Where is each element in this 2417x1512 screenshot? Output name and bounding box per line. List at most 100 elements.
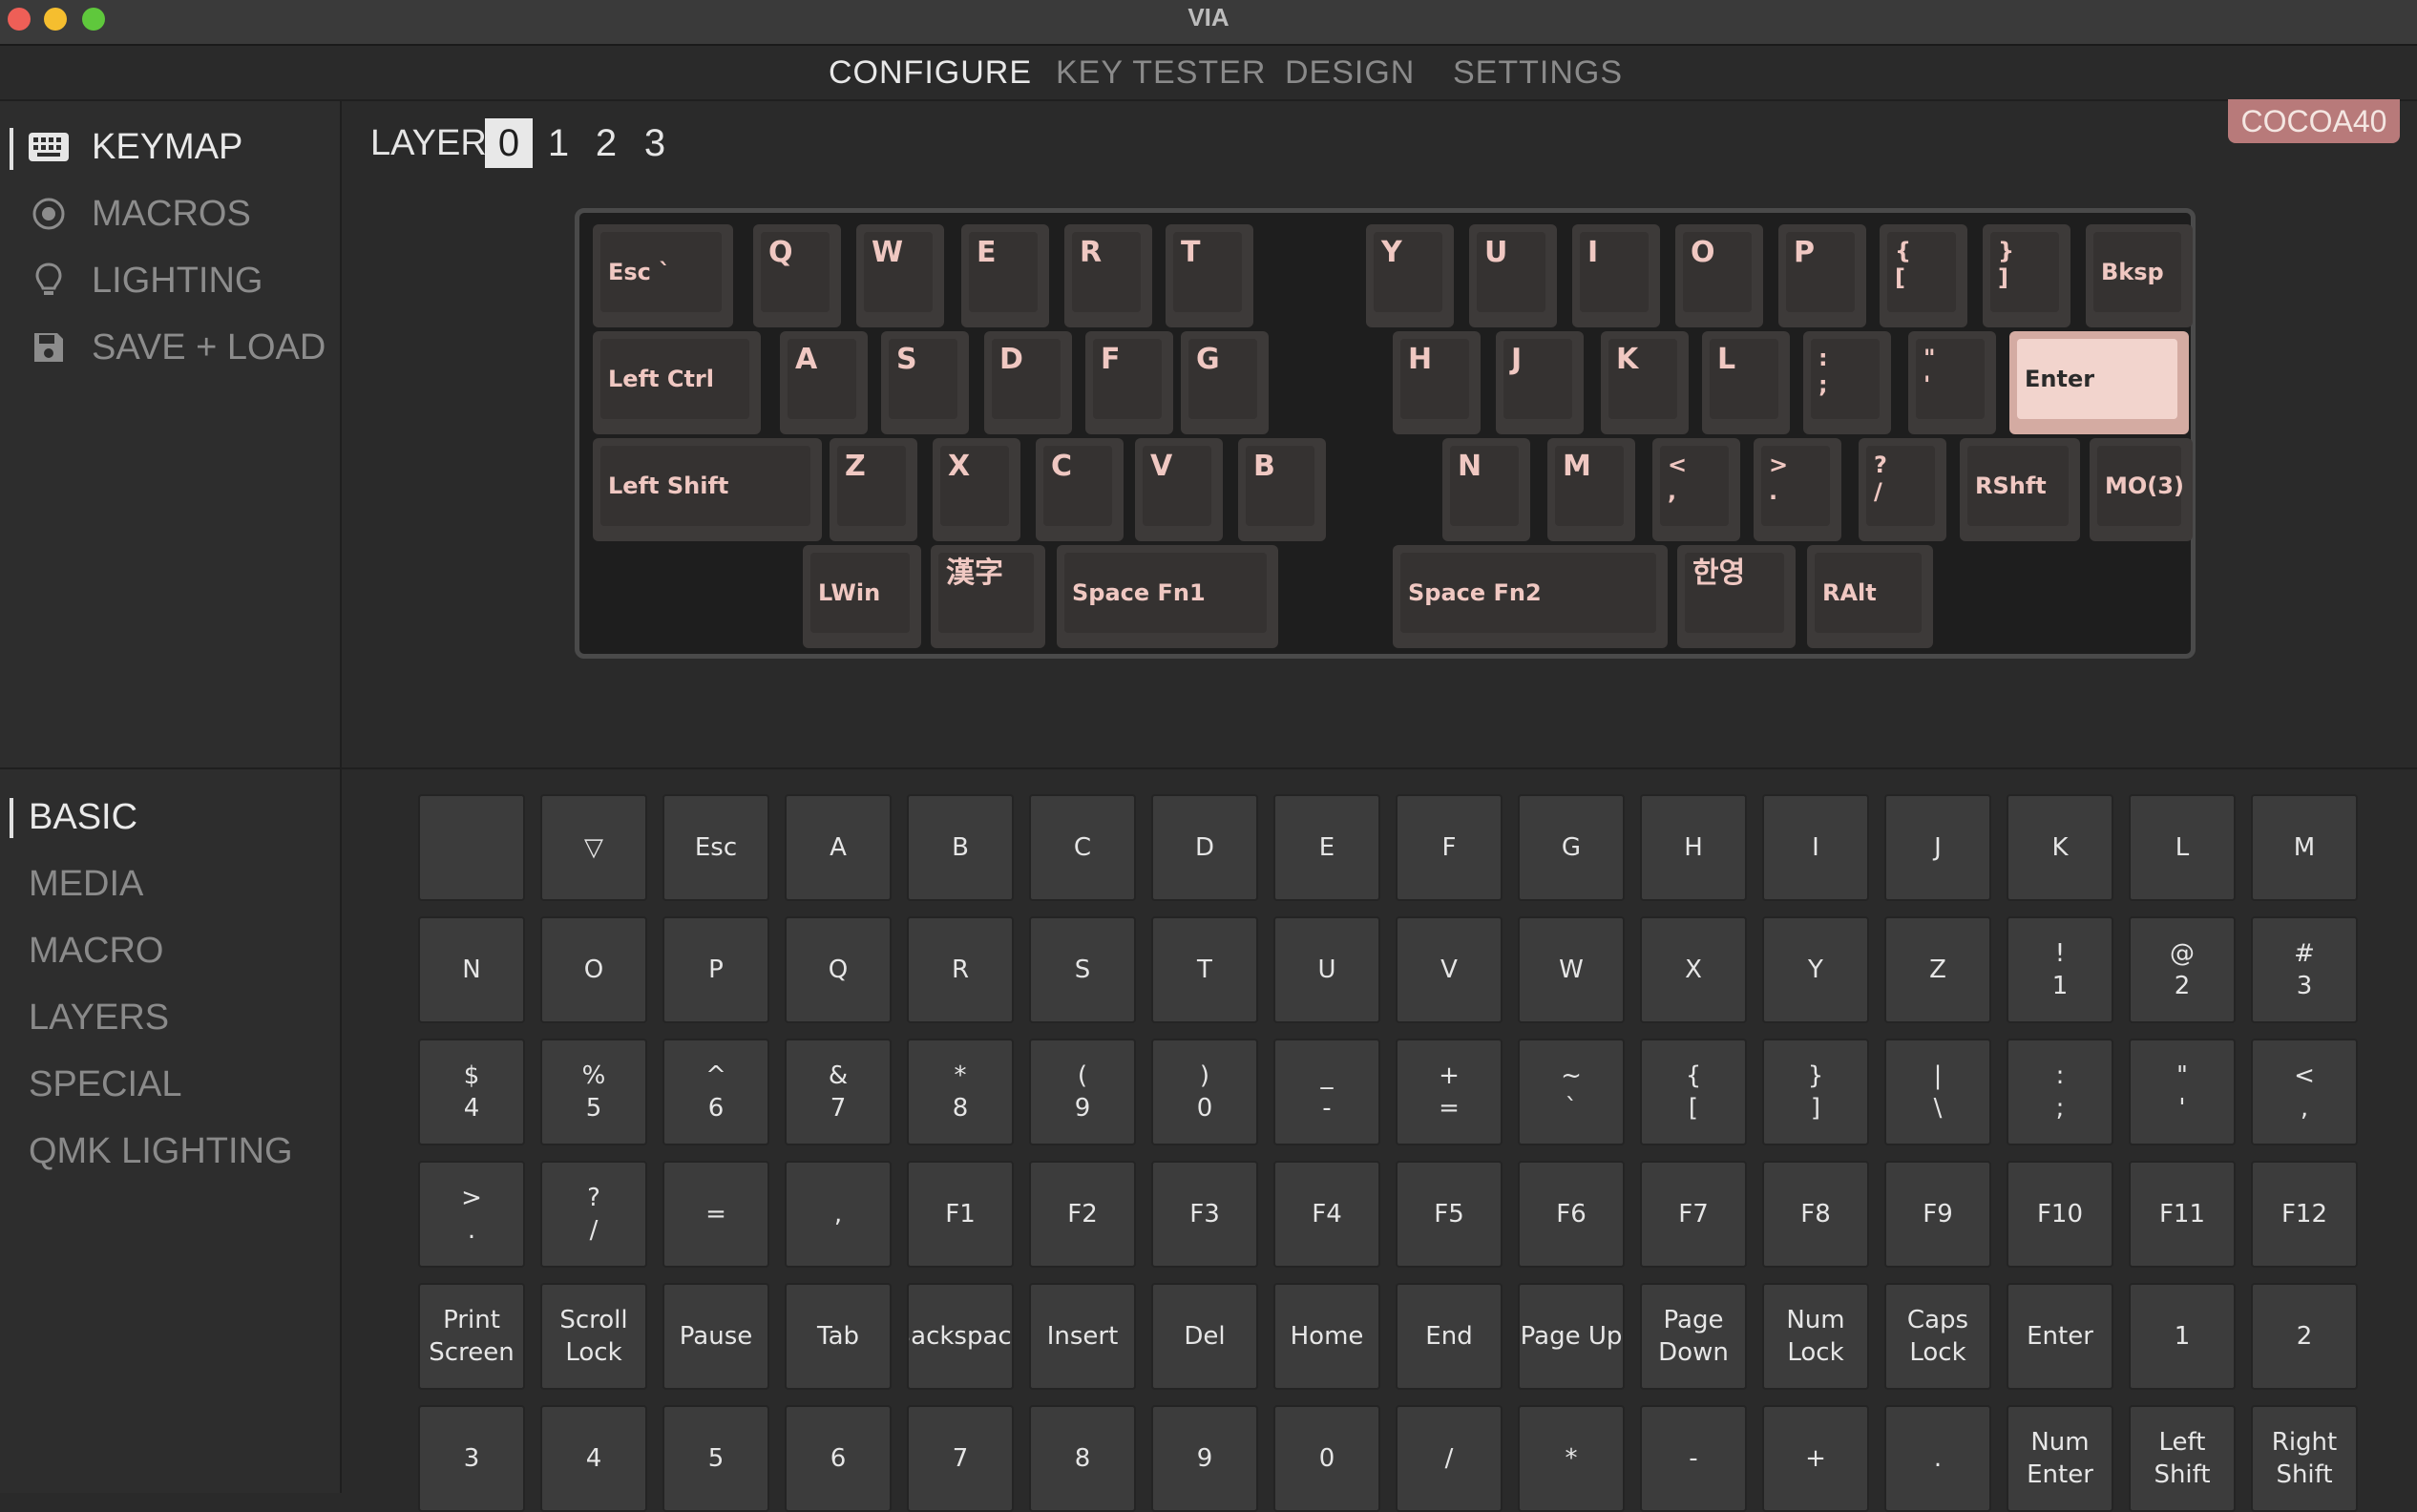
keycode-button[interactable]: Right Shift — [2251, 1405, 2358, 1512]
keymap-key[interactable]: Enter — [2009, 331, 2189, 434]
keymap-key[interactable]: O — [1675, 224, 1763, 327]
keycode-button[interactable]: L — [2129, 794, 2236, 901]
keycode-button[interactable]: Page Up — [1518, 1283, 1625, 1390]
keymap-key[interactable]: LWin — [803, 545, 921, 648]
category-qmk-lighting[interactable]: QMK LIGHTING — [29, 1124, 293, 1178]
tab-settings[interactable]: SETTINGS — [1453, 46, 1623, 99]
keymap-key[interactable]: Bksp — [2086, 224, 2193, 327]
keymap-key[interactable]: } ] — [1983, 224, 2070, 327]
keymap-key[interactable]: J — [1496, 331, 1584, 434]
menu-item-macros[interactable]: MACROS — [27, 187, 251, 241]
keycode-button[interactable]: Home — [1273, 1283, 1380, 1390]
keycode-button[interactable]: Num Enter — [2007, 1405, 2113, 1512]
keycode-button[interactable]: 9 — [1151, 1405, 1258, 1512]
keycode-button[interactable]: H — [1640, 794, 1747, 901]
keycode-button[interactable]: I — [1762, 794, 1869, 901]
keymap-key[interactable]: M — [1547, 438, 1635, 541]
keycode-button[interactable]: Y — [1762, 916, 1869, 1023]
keymap-key[interactable]: E — [961, 224, 1049, 327]
keycode-button[interactable]: _ - — [1273, 1039, 1380, 1145]
keycode-button[interactable]: J — [1884, 794, 1991, 901]
keymap-key[interactable]: Y — [1366, 224, 1454, 327]
keycode-button[interactable]: , — [785, 1161, 892, 1268]
keymap-key[interactable]: S — [881, 331, 969, 434]
keycode-button[interactable]: 5 — [662, 1405, 769, 1512]
layer-0-button[interactable]: 0 — [485, 118, 533, 168]
keycode-button[interactable]: / — [1396, 1405, 1503, 1512]
keycode-button[interactable] — [418, 794, 525, 901]
keymap-key[interactable]: P — [1778, 224, 1866, 327]
keycode-button[interactable]: F5 — [1396, 1161, 1503, 1268]
keymap-key[interactable]: L — [1702, 331, 1790, 434]
keycode-button[interactable]: Num Lock — [1762, 1283, 1869, 1390]
keycode-button[interactable]: $ 4 — [418, 1039, 525, 1145]
keycode-button[interactable]: End — [1396, 1283, 1503, 1390]
keycode-button[interactable]: . — [1884, 1405, 1991, 1512]
keycode-button[interactable]: F3 — [1151, 1161, 1258, 1268]
keymap-key[interactable]: { [ — [1880, 224, 1967, 327]
tab-configure[interactable]: CONFIGURE — [829, 46, 1032, 99]
keycode-button[interactable]: P — [662, 916, 769, 1023]
keycode-button[interactable]: W — [1518, 916, 1625, 1023]
keymap-key[interactable]: ? / — [1859, 438, 1946, 541]
keycode-button[interactable]: < , — [2251, 1039, 2358, 1145]
tab-key-tester[interactable]: KEY TESTER — [1056, 46, 1266, 99]
keycode-button[interactable]: } ] — [1762, 1039, 1869, 1145]
keycode-button[interactable]: F12 — [2251, 1161, 2358, 1268]
keymap-key[interactable]: Left Shift — [593, 438, 822, 541]
keycode-button[interactable]: % 5 — [540, 1039, 647, 1145]
keycode-button[interactable]: F1 — [907, 1161, 1014, 1268]
category-basic[interactable]: BASIC — [29, 790, 137, 844]
menu-item-keymap[interactable]: KEYMAP — [27, 120, 242, 174]
keycode-button[interactable]: + = — [1396, 1039, 1503, 1145]
keycode-button[interactable]: S — [1029, 916, 1136, 1023]
keycode-button[interactable]: 7 — [907, 1405, 1014, 1512]
layer-3-button[interactable]: 3 — [631, 118, 679, 168]
keycode-button[interactable]: F9 — [1884, 1161, 1991, 1268]
keymap-key[interactable]: A — [780, 331, 868, 434]
keycode-button[interactable]: F8 — [1762, 1161, 1869, 1268]
keycode-button[interactable]: R — [907, 916, 1014, 1023]
keymap-key[interactable]: : ; — [1803, 331, 1891, 434]
keycode-button[interactable]: ~ ` — [1518, 1039, 1625, 1145]
keycode-button[interactable]: ? / — [540, 1161, 647, 1268]
keymap-key[interactable]: Space Fn1 — [1057, 545, 1278, 648]
layer-1-button[interactable]: 1 — [535, 118, 582, 168]
keycode-button[interactable]: F — [1396, 794, 1503, 901]
keycode-button[interactable]: 8 — [1029, 1405, 1136, 1512]
keymap-key[interactable]: T — [1166, 224, 1253, 327]
keymap-key[interactable]: W — [856, 224, 944, 327]
keymap-key[interactable]: R — [1064, 224, 1152, 327]
keycode-button[interactable]: * — [1518, 1405, 1625, 1512]
tab-design[interactable]: DESIGN — [1285, 46, 1415, 99]
keymap-key[interactable]: U — [1469, 224, 1557, 327]
keycode-button[interactable]: A — [785, 794, 892, 901]
keycode-button[interactable]: Insert — [1029, 1283, 1136, 1390]
keymap-key[interactable]: F — [1085, 331, 1173, 434]
keycode-button[interactable]: { [ — [1640, 1039, 1747, 1145]
keycode-button[interactable]: Left Shift — [2129, 1405, 2236, 1512]
keymap-key[interactable]: " ' — [1908, 331, 1996, 434]
keymap-key[interactable]: < , — [1652, 438, 1740, 541]
keycode-button[interactable]: Page Down — [1640, 1283, 1747, 1390]
category-media[interactable]: MEDIA — [29, 857, 143, 911]
keycode-button[interactable]: Tab — [785, 1283, 892, 1390]
keycode-button[interactable]: C — [1029, 794, 1136, 901]
keycode-button[interactable]: * 8 — [907, 1039, 1014, 1145]
keycode-button[interactable]: > . — [418, 1161, 525, 1268]
keycode-button[interactable]: 1 — [2129, 1283, 2236, 1390]
keycode-button[interactable]: - — [1640, 1405, 1747, 1512]
keycode-button[interactable]: Esc — [662, 794, 769, 901]
keycode-button[interactable]: E — [1273, 794, 1380, 901]
keycode-button[interactable]: Enter — [2007, 1283, 2113, 1390]
keycode-button[interactable]: Z — [1884, 916, 1991, 1023]
keycode-button[interactable]: O — [540, 916, 647, 1023]
keycode-button[interactable]: F10 — [2007, 1161, 2113, 1268]
keymap-key[interactable]: H — [1393, 331, 1481, 434]
keycode-button[interactable]: ▽ — [540, 794, 647, 901]
layer-2-button[interactable]: 2 — [582, 118, 630, 168]
keycode-button[interactable]: 6 — [785, 1405, 892, 1512]
keymap-key[interactable]: G — [1181, 331, 1269, 434]
keycode-button[interactable]: @ 2 — [2129, 916, 2236, 1023]
keymap-key[interactable]: Z — [830, 438, 917, 541]
